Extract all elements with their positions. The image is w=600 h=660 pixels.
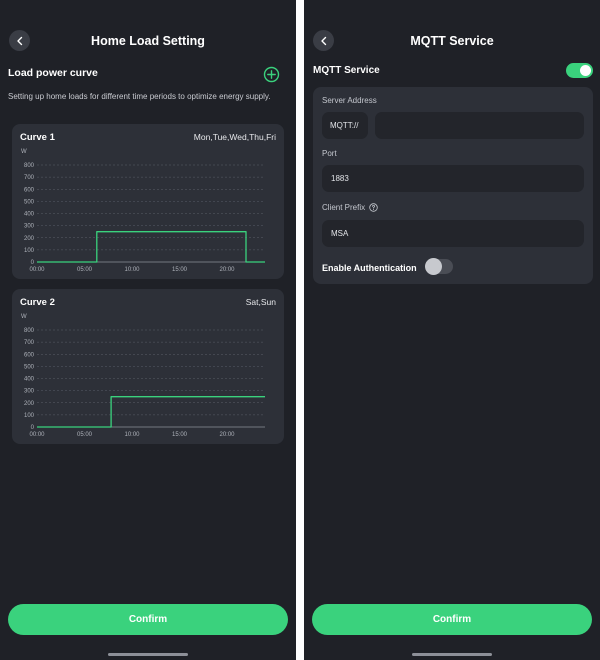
home-indicator [412, 653, 492, 656]
y-tick-label: 600 [24, 352, 35, 358]
y-tick-label: 0 [31, 425, 35, 431]
curve-chart: W 0 100 200 300 400 500 600 700 800 00:00 05:00 10:0… [21, 149, 265, 273]
page-title: Home Load Setting [91, 34, 205, 48]
y-axis-unit: W [21, 314, 27, 320]
x-tick-label: 00:00 [29, 267, 45, 273]
curve-chart: W 0 100 200 300 400 500 600 700 800 00:00 05:00 10:0… [21, 314, 265, 438]
curve-days: Mon,Tue,Wed,Thu,Fri [193, 132, 276, 142]
x-tick-label: 10:00 [124, 267, 140, 273]
x-tick-label: 15:00 [172, 432, 188, 438]
mqtt-settings-panel: Server Address MQTT:// Port 1883 Client … [313, 87, 593, 284]
top-bar: MQTT Service [304, 28, 600, 54]
x-tick-label: 10:00 [124, 432, 140, 438]
y-tick-label: 500 [24, 199, 35, 205]
server-address-input[interactable] [375, 112, 584, 139]
help-icon[interactable] [369, 203, 378, 212]
mqtt-service-toggle[interactable] [566, 63, 593, 78]
curve-card[interactable]: Curve 2 Sat,Sun W 0 100 200 300 400 500 600 700 8… [12, 289, 284, 444]
x-tick-label: 20:00 [219, 432, 235, 438]
home-load-setting-screen: Home Load Setting Load power curve Setti… [0, 0, 296, 660]
y-tick-label: 500 [24, 364, 35, 370]
curve-name: Curve 2 [20, 297, 55, 308]
y-tick-label: 800 [24, 328, 35, 334]
x-tick-label: 15:00 [172, 267, 188, 273]
section-description: Setting up home loads for different time… [8, 92, 271, 101]
confirm-button[interactable]: Confirm [8, 604, 288, 635]
y-tick-label: 200 [24, 401, 35, 407]
port-label: Port [322, 149, 337, 158]
y-tick-label: 300 [24, 389, 35, 395]
server-address-label: Server Address [322, 96, 377, 105]
y-tick-label: 100 [24, 248, 35, 254]
section-title: Load power curve [8, 67, 98, 79]
page-title: MQTT Service [410, 34, 494, 48]
enable-authentication-label: Enable Authentication [322, 263, 417, 273]
load-curve-line [37, 231, 265, 263]
y-tick-label: 300 [24, 224, 35, 230]
enable-authentication-toggle[interactable] [425, 258, 453, 275]
y-tick-label: 0 [31, 260, 35, 266]
y-tick-label: 400 [24, 212, 35, 218]
confirm-button[interactable]: Confirm [312, 604, 592, 635]
client-prefix-label: Client Prefix [322, 203, 378, 212]
home-indicator [108, 653, 188, 656]
y-tick-label: 700 [24, 340, 35, 346]
curve-name: Curve 1 [20, 132, 55, 143]
toggle-knob [425, 258, 442, 275]
x-tick-label: 00:00 [29, 432, 45, 438]
curve-days: Sat,Sun [245, 297, 276, 307]
y-tick-label: 400 [24, 377, 35, 383]
curve-card[interactable]: Curve 1 Mon,Tue,Wed,Thu,Fri W 0 100 200 300 4… [12, 124, 284, 279]
mqtt-service-label: MQTT Service [313, 65, 380, 76]
toggle-knob [580, 65, 591, 76]
top-bar: Home Load Setting [0, 28, 296, 54]
x-tick-label: 20:00 [219, 267, 235, 273]
mqtt-service-screen: MQTT Service MQTT Service Server Address… [304, 0, 600, 660]
protocol-prefix: MQTT:// [322, 112, 368, 139]
y-tick-label: 600 [24, 187, 35, 193]
y-tick-label: 800 [24, 163, 35, 169]
y-tick-label: 200 [24, 236, 35, 242]
y-tick-label: 100 [24, 413, 35, 419]
y-axis-unit: W [21, 149, 27, 155]
load-curve-line [37, 396, 265, 428]
client-prefix-input[interactable]: MSA [322, 220, 584, 247]
x-tick-label: 05:00 [77, 267, 93, 273]
port-input[interactable]: 1883 [322, 165, 584, 192]
add-curve-icon[interactable] [263, 66, 280, 83]
y-tick-label: 700 [24, 175, 35, 181]
x-tick-label: 05:00 [77, 432, 93, 438]
